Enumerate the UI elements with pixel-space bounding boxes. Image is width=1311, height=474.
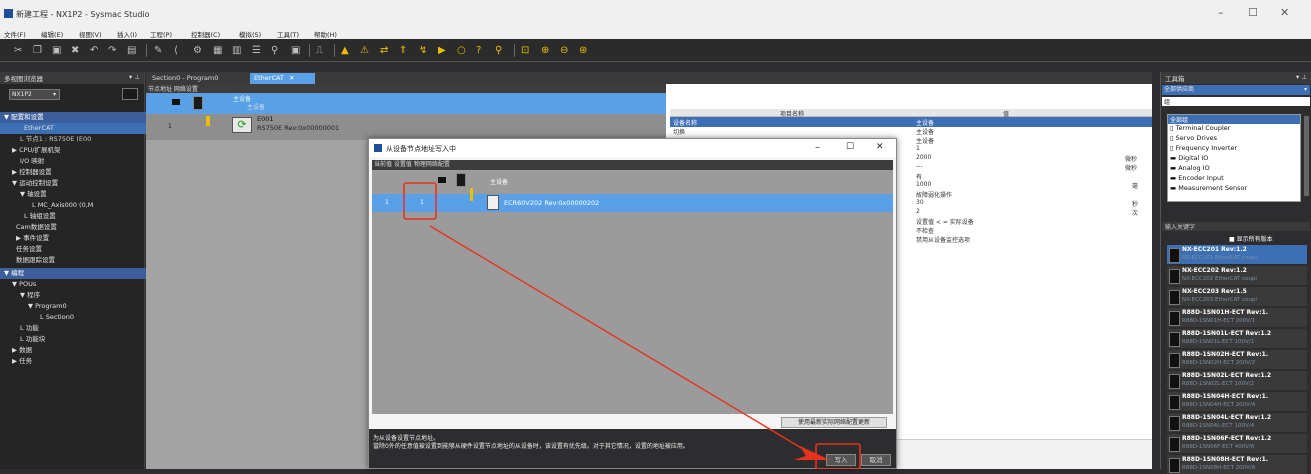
annotation-box-setting [403, 182, 437, 220]
annotation-arrow-line [429, 225, 809, 453]
annotation-overlay [403, 182, 861, 469]
annotation-box-write [815, 443, 861, 469]
annotation-arrowhead [794, 446, 830, 460]
